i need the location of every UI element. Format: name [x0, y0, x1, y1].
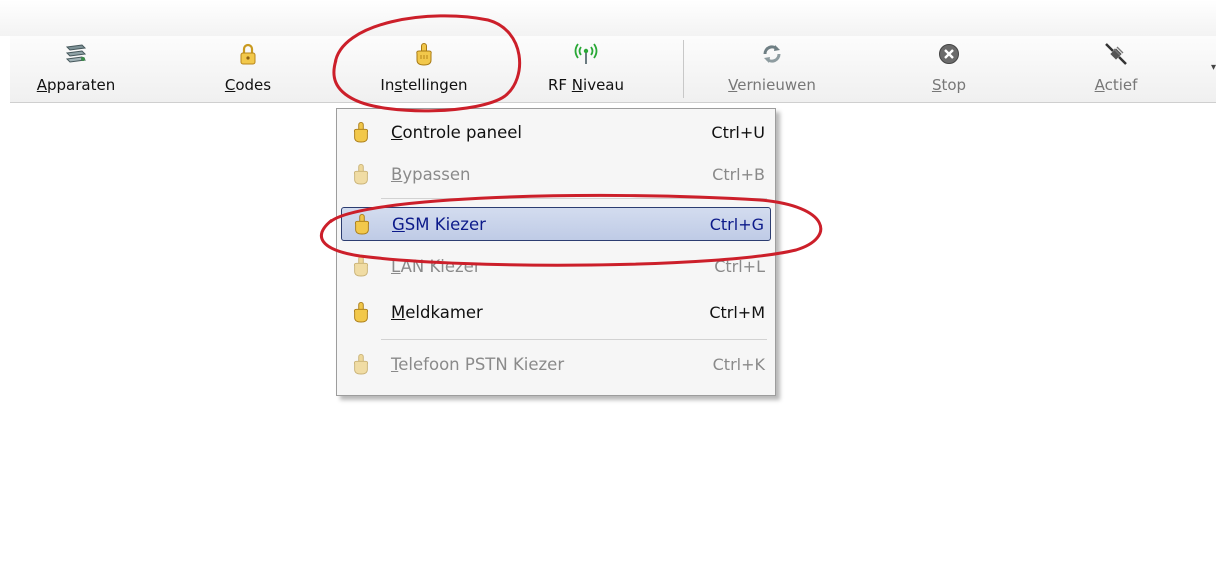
refresh-icon [760, 40, 784, 68]
menu-item-label: Bypassen [391, 164, 471, 184]
settings-hand-icon [349, 254, 373, 278]
toolbar-vernieuwen-button[interactable]: Vernieuwen [716, 36, 828, 102]
settings-hand-icon [349, 300, 373, 324]
stop-icon [938, 40, 960, 68]
plug-icon [1103, 40, 1129, 68]
menu-separator [381, 198, 767, 199]
toolbar-overflow-chevron[interactable]: ▾ [1211, 62, 1216, 73]
toolbar-instellingen-button[interactable]: Instellingen [364, 36, 484, 102]
toolbar-instellingen-label: Instellingen [380, 76, 468, 94]
window-top-strip [0, 0, 1216, 36]
menu-item-gsm-kiezer[interactable]: GSM Kiezer Ctrl+G [341, 207, 771, 241]
instellingen-dropdown-menu: Controle paneel Ctrl+U Bypassen Ctrl+B G… [336, 108, 776, 396]
toolbar-rf-niveau-label: RF Niveau [547, 76, 625, 94]
menu-item-label: Controle paneel [391, 122, 522, 142]
settings-hand-icon [350, 212, 374, 236]
toolbar-actief-button[interactable]: Actief [1078, 36, 1154, 102]
toolbar-rf-niveau-button[interactable]: RF Niveau [534, 36, 638, 102]
settings-hand-icon [349, 352, 373, 376]
toolbar-stop-label: Stop [931, 76, 967, 94]
toolbar-apparaten-label: Apparaten [36, 76, 116, 94]
padlock-icon [238, 40, 258, 68]
menu-item-telefoon-pstn-kiezer[interactable]: Telefoon PSTN Kiezer Ctrl+K [341, 347, 771, 381]
menu-item-shortcut: Ctrl+L [714, 256, 765, 276]
menu-item-meldkamer[interactable]: Meldkamer Ctrl+M [341, 295, 771, 329]
menu-item-shortcut: Ctrl+G [709, 214, 764, 234]
devices-icon [64, 40, 88, 68]
toolbar-separator [683, 40, 684, 98]
menu-item-label: GSM Kiezer [392, 214, 486, 234]
menu-item-shortcut: Ctrl+M [709, 302, 765, 322]
toolbar-codes-button[interactable]: Codes [218, 36, 278, 102]
menu-item-shortcut: Ctrl+U [711, 122, 765, 142]
toolbar-apparaten-button[interactable]: Apparaten [30, 36, 122, 102]
settings-hand-icon [349, 162, 373, 186]
settings-hand-icon [349, 120, 373, 144]
toolbar-actief-label: Actief [1094, 76, 1138, 94]
menu-item-label: Meldkamer [391, 302, 483, 322]
menu-separator [381, 339, 767, 340]
menu-item-shortcut: Ctrl+B [712, 164, 765, 184]
menu-item-shortcut: Ctrl+K [712, 354, 765, 374]
menu-item-bypassen[interactable]: Bypassen Ctrl+B [341, 157, 771, 191]
rf-antenna-icon [573, 40, 599, 68]
menu-item-label: LAN Kiezer [391, 256, 481, 276]
main-toolbar: Apparaten Codes Instellingen RF Niveau V… [10, 36, 1216, 103]
toolbar-vernieuwen-label: Vernieuwen [728, 76, 816, 94]
menu-item-controle-paneel[interactable]: Controle paneel Ctrl+U [341, 115, 771, 149]
settings-hand-icon [413, 40, 435, 68]
menu-item-lan-kiezer[interactable]: LAN Kiezer Ctrl+L [341, 249, 771, 283]
toolbar-codes-label: Codes [224, 76, 272, 94]
menu-item-label: Telefoon PSTN Kiezer [391, 354, 565, 374]
toolbar-stop-button[interactable]: Stop [918, 36, 980, 102]
